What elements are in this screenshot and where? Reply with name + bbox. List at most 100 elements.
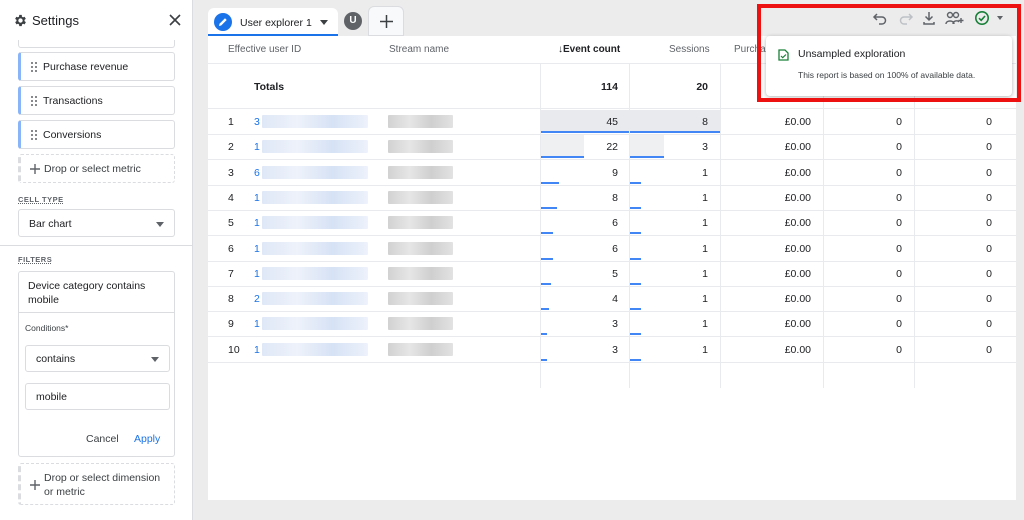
- pencil-icon: [214, 13, 232, 31]
- table-row[interactable]: 4 1 8 1 £0.00 0 0: [208, 185, 1016, 210]
- transactions-cell: 0: [896, 191, 902, 204]
- event-count-cell: 6: [612, 242, 618, 255]
- user-id-link[interactable]: 3: [254, 116, 260, 128]
- avatar[interactable]: U: [344, 12, 362, 30]
- event-count-bar-line: [541, 358, 547, 361]
- operator-value: contains: [36, 353, 76, 365]
- table-row[interactable]: 6 1 6 1 £0.00 0 0: [208, 236, 1016, 261]
- row-number: 7: [228, 267, 234, 280]
- metric-chip-conversions[interactable]: Conversions: [18, 120, 175, 149]
- conversions-cell: 0: [986, 318, 992, 331]
- add-tab-button[interactable]: [368, 6, 404, 36]
- sessions-bar-line: [630, 131, 720, 133]
- header-stream-name[interactable]: Stream name: [389, 44, 449, 55]
- drag-handle-icon[interactable]: [30, 95, 38, 107]
- event-count-bar-line: [541, 131, 629, 133]
- redacted-user-id: [262, 266, 368, 280]
- drag-handle-icon[interactable]: [30, 129, 38, 141]
- event-count-bar: [541, 312, 547, 336]
- transactions-cell: 0: [896, 242, 902, 255]
- drop-dimension-target[interactable]: Drop or select dimension or metric: [18, 463, 175, 505]
- divider: [0, 245, 193, 246]
- header-event-count[interactable]: ↓Event count: [558, 44, 620, 55]
- cell-type-value: Bar chart: [29, 218, 72, 230]
- header-user-id[interactable]: Effective user ID: [228, 44, 301, 55]
- transactions-cell: 0: [896, 166, 902, 179]
- table-row[interactable]: 9 1 3 1 £0.00 0 0: [208, 311, 1016, 336]
- revenue-cell: £0.00: [784, 141, 811, 154]
- table-row[interactable]: 10 1 3 1 £0.00 0 0: [208, 337, 1016, 362]
- table-row[interactable]: 1 3 45 8 £0.00 0 0: [208, 109, 1016, 134]
- transactions-cell: 0: [896, 293, 902, 306]
- row-number: 9: [228, 318, 234, 331]
- event-count-bar-line: [541, 308, 549, 311]
- sessions-bar-line: [630, 257, 642, 260]
- sessions-cell: 1: [702, 318, 708, 331]
- totals-label: Totals: [254, 81, 285, 93]
- redacted-stream-name: [388, 266, 453, 280]
- sessions-bar-line: [630, 282, 642, 285]
- metric-label: Purchase revenue: [43, 61, 129, 73]
- filter-title: Device category contains mobile: [28, 280, 146, 306]
- redacted-user-id: [262, 317, 368, 331]
- drag-handle-icon[interactable]: [30, 61, 38, 73]
- caret-down-icon: [156, 222, 164, 227]
- conversions-cell: 0: [986, 141, 992, 154]
- user-id-link[interactable]: 1: [254, 141, 260, 153]
- caret-down-icon[interactable]: [320, 20, 328, 25]
- user-id-link[interactable]: 2: [254, 293, 260, 305]
- redacted-user-id: [262, 241, 368, 255]
- user-id-link[interactable]: 1: [254, 318, 260, 330]
- revenue-cell: £0.00: [784, 318, 811, 331]
- table-row[interactable]: 7 1 5 1 £0.00 0 0: [208, 261, 1016, 286]
- transactions-cell: 0: [896, 267, 902, 280]
- revenue-cell: £0.00: [784, 191, 811, 204]
- filters-heading: FILTERS: [18, 255, 53, 264]
- close-icon[interactable]: [168, 13, 182, 27]
- row-number: 4: [228, 191, 234, 204]
- conditions-label: Conditions*: [25, 323, 69, 333]
- tab-user-explorer[interactable]: User explorer 1: [208, 8, 338, 36]
- event-count-bar-line: [541, 333, 547, 336]
- table-row[interactable]: 8 2 4 1 £0.00 0 0: [208, 286, 1016, 311]
- user-id-link[interactable]: 1: [254, 192, 260, 204]
- redacted-stream-name: [388, 115, 453, 128]
- settings-header: Settings: [0, 0, 193, 42]
- metric-label: Conversions: [43, 129, 102, 141]
- table-row[interactable]: 3 6 9 1 £0.00 0 0: [208, 160, 1016, 185]
- condition-value-input[interactable]: mobile: [25, 383, 170, 410]
- plus-icon: [380, 15, 393, 28]
- table-row[interactable]: 5 1 6 1 £0.00 0 0: [208, 210, 1016, 235]
- drop-metric-target[interactable]: Drop or select metric: [18, 154, 175, 183]
- event-count-bar: [541, 338, 547, 361]
- metric-chip-partial: [18, 40, 175, 48]
- metric-label: Transactions: [43, 95, 103, 107]
- cancel-button[interactable]: Cancel: [86, 433, 119, 445]
- user-id-link[interactable]: 1: [254, 344, 260, 356]
- metric-chip-purchase-revenue[interactable]: Purchase revenue: [18, 52, 175, 81]
- redacted-stream-name: [388, 216, 453, 230]
- conversions-cell: 0: [986, 293, 992, 306]
- user-id-link[interactable]: 1: [254, 243, 260, 255]
- row-number: 6: [228, 242, 234, 255]
- metric-chip-transactions[interactable]: Transactions: [18, 86, 175, 115]
- apply-button[interactable]: Apply: [134, 433, 160, 445]
- row-number: 3: [228, 166, 234, 179]
- sessions-bar-line: [630, 308, 642, 311]
- user-id-link[interactable]: 1: [254, 268, 260, 280]
- condition-operator-select[interactable]: contains: [25, 345, 170, 372]
- cell-type-select[interactable]: Bar chart: [18, 209, 175, 237]
- redacted-stream-name: [388, 241, 453, 255]
- event-count-cell: 3: [612, 343, 618, 356]
- sessions-bar-line: [630, 358, 642, 361]
- table-row[interactable]: 2 1 22 3 £0.00 0 0: [208, 134, 1016, 159]
- conversions-cell: 0: [986, 267, 992, 280]
- conversions-cell: 0: [986, 116, 992, 128]
- user-id-link[interactable]: 1: [254, 217, 260, 229]
- user-id-link[interactable]: 6: [254, 167, 260, 179]
- sessions-cell: 1: [702, 191, 708, 204]
- revenue-cell: £0.00: [784, 293, 811, 306]
- row-number: 2: [228, 141, 234, 154]
- revenue-cell: £0.00: [784, 242, 811, 255]
- header-sessions[interactable]: Sessions: [669, 44, 710, 55]
